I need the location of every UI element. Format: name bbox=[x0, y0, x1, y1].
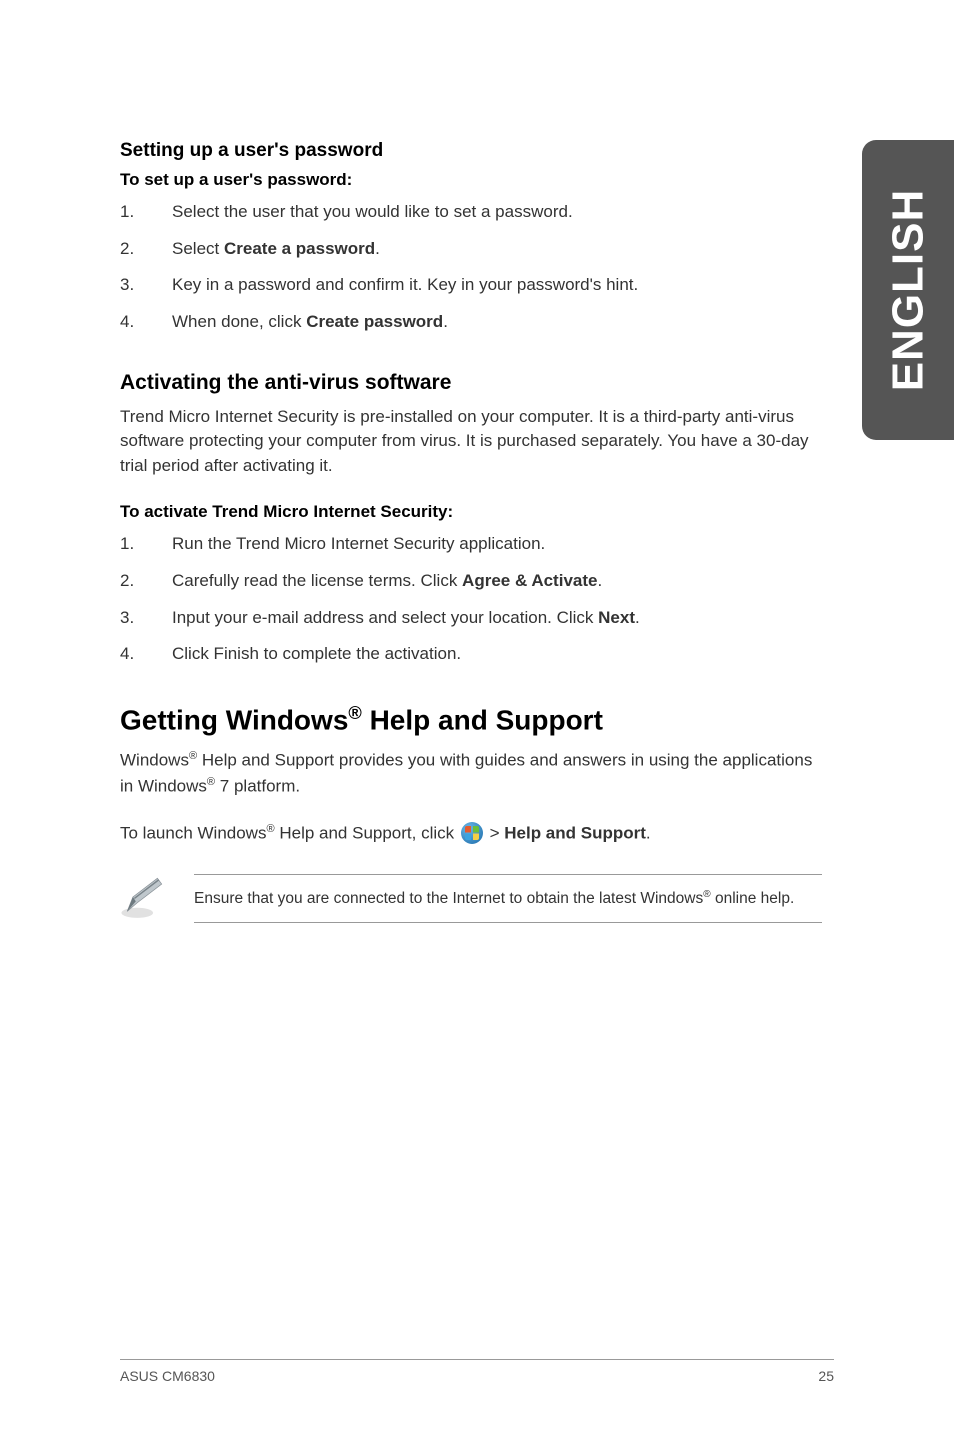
list-item: 3. Input your e-mail address and select … bbox=[120, 606, 822, 631]
sec2-steps: 1. Run the Trend Micro Internet Security… bbox=[120, 532, 822, 667]
step-text: Carefully read the license terms. Click … bbox=[172, 569, 602, 594]
step-text: When done, click Create password. bbox=[172, 310, 448, 335]
list-item: 4. Click Finish to complete the activati… bbox=[120, 642, 822, 667]
language-tab: ENGLISH bbox=[862, 140, 954, 440]
step-text: Input your e-mail address and select you… bbox=[172, 606, 640, 631]
sec3-title: Getting Windows® Help and Support bbox=[120, 703, 822, 736]
sec1-steps: 1. Select the user that you would like t… bbox=[120, 200, 822, 335]
sec3-p2: To launch Windows® Help and Support, cli… bbox=[120, 821, 822, 846]
step-number: 4. bbox=[120, 310, 138, 335]
step-number: 1. bbox=[120, 532, 138, 557]
list-item: 3. Key in a password and confirm it. Key… bbox=[120, 273, 822, 298]
list-item: 1. Select the user that you would like t… bbox=[120, 200, 822, 225]
step-number: 3. bbox=[120, 606, 138, 631]
windows-start-icon bbox=[461, 822, 483, 844]
note: Ensure that you are connected to the Int… bbox=[120, 874, 822, 923]
language-tab-label: ENGLISH bbox=[883, 189, 933, 392]
list-item: 1. Run the Trend Micro Internet Security… bbox=[120, 532, 822, 557]
pencil-note-icon bbox=[120, 874, 166, 920]
note-text: Ensure that you are connected to the Int… bbox=[194, 874, 822, 923]
page-content: Setting up a user's password To set up a… bbox=[0, 0, 954, 983]
list-item: 2. Carefully read the license terms. Cli… bbox=[120, 569, 822, 594]
step-text: Select Create a password. bbox=[172, 237, 380, 262]
step-text: Click Finish to complete the activation. bbox=[172, 642, 461, 667]
list-item: 4. When done, click Create password. bbox=[120, 310, 822, 335]
step-text: Select the user that you would like to s… bbox=[172, 200, 573, 225]
step-text: Key in a password and confirm it. Key in… bbox=[172, 273, 638, 298]
page-footer: ASUS CM6830 25 bbox=[120, 1359, 834, 1384]
sec2-title: Activating the anti-virus software bbox=[120, 371, 822, 395]
sec1-title: Setting up a user's password bbox=[120, 140, 822, 162]
step-text: Run the Trend Micro Internet Security ap… bbox=[172, 532, 545, 557]
step-number: 3. bbox=[120, 273, 138, 298]
sec3-p1: Windows® Help and Support provides you w… bbox=[120, 748, 822, 799]
footer-product: ASUS CM6830 bbox=[120, 1368, 215, 1384]
step-number: 1. bbox=[120, 200, 138, 225]
sec2-subtitle: To activate Trend Micro Internet Securit… bbox=[120, 502, 822, 522]
sec2-intro: Trend Micro Internet Security is pre-ins… bbox=[120, 405, 822, 479]
sec1-subtitle: To set up a user's password: bbox=[120, 170, 822, 190]
list-item: 2. Select Create a password. bbox=[120, 237, 822, 262]
footer-page-number: 25 bbox=[818, 1368, 834, 1384]
step-number: 4. bbox=[120, 642, 138, 667]
step-number: 2. bbox=[120, 237, 138, 262]
step-number: 2. bbox=[120, 569, 138, 594]
